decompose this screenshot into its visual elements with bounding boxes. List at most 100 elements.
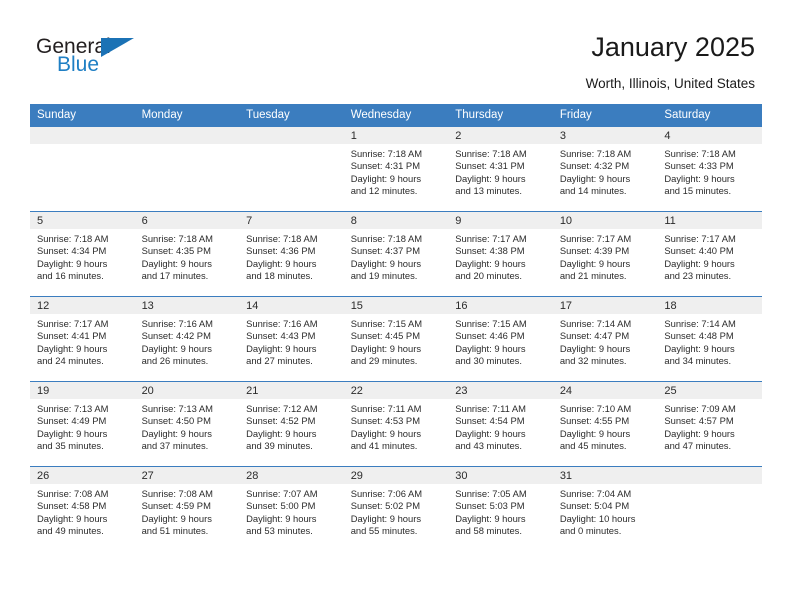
- calendar-day-cell[interactable]: 11 Sunrise: 7:17 AM Sunset: 4:40 PM Dayligh…: [657, 211, 762, 297]
- sunset-text: Sunset: 4:54 PM: [455, 415, 525, 427]
- calendar-day-cell[interactable]: 8 Sunrise: 7:18 AM Sunset: 4:37 PM Daylight…: [343, 211, 449, 297]
- sunrise-text: Sunrise: 7:18 AM: [141, 233, 213, 244]
- daylight-text: Daylight: 9 hours: [559, 257, 631, 269]
- day-details: Sunrise: 7:08 AM Sunset: 4:58 PM Daylight:…: [30, 484, 135, 538]
- calendar-day-cell[interactable]: 14 Sunrise: 7:16 AM Sunset: 4:43 PM Dayligh…: [239, 296, 344, 382]
- calendar-day-cell[interactable]: 1 Sunrise: 7:18 AM Sunset: 4:31 PM Daylight…: [343, 126, 449, 212]
- daylight-text: and 17 minutes.: [141, 270, 209, 282]
- sunset-text: Sunset: 5:04 PM: [559, 500, 630, 512]
- calendar-day-cell[interactable]: 20 Sunrise: 7:13 AM Sunset: 4:50 PM Dayligh…: [134, 381, 240, 467]
- sunset-text: Sunset: 4:55 PM: [559, 415, 630, 427]
- page-title: January 2025: [591, 32, 755, 62]
- day-1: 1 Sunrise: 7:18 AM Sunset: 4:31 PM Daylight…: [343, 127, 449, 211]
- calendar-day-cell[interactable]: 2 Sunrise: 7:18 AM Sunset: 4:31 PM Daylight…: [448, 126, 553, 212]
- calendar-day-cell[interactable]: 22 Sunrise: 7:11 AM Sunset: 4:53 PM Dayligh…: [343, 381, 449, 467]
- day-22: 22 Sunrise: 7:11 AM Sunset: 4:53 PM Dayligh…: [343, 382, 449, 466]
- calendar-day-cell[interactable]: 6 Sunrise: 7:18 AM Sunset: 4:35 PM Daylight…: [134, 211, 240, 297]
- sunset-text: Sunset: 4:43 PM: [246, 330, 316, 342]
- sunrise-text: Sunrise: 7:14 AM: [559, 318, 632, 329]
- sunrise-text: Sunrise: 7:09 AM: [664, 403, 736, 414]
- calendar-day-cell[interactable]: 16 Sunrise: 7:15 AM Sunset: 4:46 PM Dayligh…: [448, 296, 553, 382]
- calendar-day-cell[interactable]: 23 Sunrise: 7:11 AM Sunset: 4:54 PM Dayligh…: [448, 381, 553, 467]
- column-header-tuesday: Tuesday: [239, 104, 344, 127]
- calendar-day-cell[interactable]: 5 Sunrise: 7:18 AM Sunset: 4:34 PM Daylight…: [30, 211, 135, 297]
- calendar-day-cell[interactable]: 25 Sunrise: 7:09 AM Sunset: 4:57 PM Dayligh…: [657, 381, 762, 467]
- column-header-saturday: Saturday: [657, 104, 762, 127]
- day-number: 9: [448, 212, 553, 229]
- daylight-text: Daylight: 9 hours: [246, 342, 317, 354]
- daylight-text: Daylight: 9 hours: [455, 257, 526, 269]
- calendar-page: General Blue January 2025 Worth, Illinoi…: [0, 0, 792, 612]
- day-2: 2 Sunrise: 7:18 AM Sunset: 4:31 PM Daylight…: [448, 127, 553, 211]
- day-8: 8 Sunrise: 7:18 AM Sunset: 4:37 PM Daylight…: [343, 212, 449, 296]
- calendar-day-cell[interactable]: 19 Sunrise: 7:13 AM Sunset: 4:49 PM Dayligh…: [30, 381, 135, 467]
- calendar-day-cell[interactable]: 27 Sunrise: 7:08 AM Sunset: 4:59 PM Dayligh…: [134, 466, 240, 551]
- daylight-text: and 55 minutes.: [350, 525, 418, 537]
- daylight-text: Daylight: 9 hours: [455, 342, 526, 354]
- day-number: 14: [239, 297, 344, 314]
- calendar-day-cell[interactable]: 13 Sunrise: 7:16 AM Sunset: 4:42 PM Dayligh…: [134, 296, 240, 382]
- brand-logo[interactable]: General Blue: [36, 36, 146, 78]
- sunrise-text: Sunrise: 7:14 AM: [664, 318, 736, 329]
- day-number: 30: [448, 467, 553, 484]
- calendar-day-cell[interactable]: 10 Sunrise: 7:17 AM Sunset: 4:39 PM Dayligh…: [552, 211, 658, 297]
- sunset-text: Sunset: 4:42 PM: [141, 330, 211, 342]
- daylight-text: Daylight: 9 hours: [455, 512, 526, 524]
- day-details: Sunrise: 7:15 AM Sunset: 4:46 PM Daylight:…: [448, 314, 553, 368]
- day-28: 28 Sunrise: 7:07 AM Sunset: 5:00 PM Dayligh…: [239, 467, 344, 551]
- calendar-day-cell[interactable]: 29 Sunrise: 7:06 AM Sunset: 5:02 PM Dayligh…: [343, 466, 449, 551]
- daylight-text: Daylight: 9 hours: [559, 342, 631, 354]
- daylight-text: and 49 minutes.: [37, 525, 104, 537]
- day-details: Sunrise: 7:16 AM Sunset: 4:42 PM Daylight:…: [135, 314, 240, 368]
- daylight-text: and 30 minutes.: [455, 355, 522, 367]
- day-details: Sunrise: 7:13 AM Sunset: 4:50 PM Daylight:…: [135, 399, 240, 453]
- day-details: Sunrise: 7:18 AM Sunset: 4:35 PM Daylight:…: [135, 229, 240, 283]
- day-details: Sunrise: 7:04 AM Sunset: 5:04 PM Daylight:…: [553, 484, 658, 538]
- day-details: Sunrise: 7:07 AM Sunset: 5:00 PM Daylight:…: [239, 484, 344, 538]
- day-10: 10 Sunrise: 7:17 AM Sunset: 4:39 PM Dayligh…: [552, 212, 658, 296]
- calendar-day-cell[interactable]: 24 Sunrise: 7:10 AM Sunset: 4:55 PM Dayligh…: [552, 381, 658, 467]
- day-details: Sunrise: 7:12 AM Sunset: 4:52 PM Daylight:…: [239, 399, 344, 453]
- calendar-day-cell[interactable]: 12 Sunrise: 7:17 AM Sunset: 4:41 PM Dayligh…: [30, 296, 135, 382]
- sunrise-text: Sunrise: 7:17 AM: [455, 233, 527, 244]
- day-29: 29 Sunrise: 7:06 AM Sunset: 5:02 PM Dayligh…: [343, 467, 449, 551]
- calendar-day-cell[interactable]: 31 Sunrise: 7:04 AM Sunset: 5:04 PM Dayligh…: [552, 466, 658, 551]
- day-number: 23: [448, 382, 553, 399]
- daylight-text: Daylight: 9 hours: [37, 257, 108, 269]
- sunset-text: Sunset: 5:02 PM: [350, 500, 420, 512]
- sunrise-text: Sunrise: 7:17 AM: [664, 233, 736, 244]
- day-6: 6 Sunrise: 7:18 AM Sunset: 4:35 PM Daylight…: [134, 212, 240, 296]
- empty-day: [134, 127, 240, 211]
- calendar-day-cell[interactable]: 21 Sunrise: 7:12 AM Sunset: 4:52 PM Dayligh…: [239, 381, 344, 467]
- calendar-day-cell[interactable]: 17 Sunrise: 7:14 AM Sunset: 4:47 PM Dayligh…: [552, 296, 658, 382]
- day-number: 15: [343, 297, 449, 314]
- calendar-day-cell[interactable]: 18 Sunrise: 7:14 AM Sunset: 4:48 PM Dayligh…: [657, 296, 762, 382]
- calendar-day-cell: [239, 126, 344, 212]
- calendar-day-cell: [134, 126, 240, 212]
- calendar-day-cell[interactable]: 30 Sunrise: 7:05 AM Sunset: 5:03 PM Dayligh…: [448, 466, 553, 551]
- calendar-day-cell[interactable]: 4 Sunrise: 7:18 AM Sunset: 4:33 PM Daylight…: [657, 126, 762, 212]
- day-26: 26 Sunrise: 7:08 AM Sunset: 4:58 PM Dayligh…: [30, 467, 135, 551]
- calendar-day-cell[interactable]: 26 Sunrise: 7:08 AM Sunset: 4:58 PM Dayligh…: [30, 466, 135, 551]
- calendar-day-cell[interactable]: 9 Sunrise: 7:17 AM Sunset: 4:38 PM Daylight…: [448, 211, 553, 297]
- sunrise-text: Sunrise: 7:11 AM: [350, 403, 422, 414]
- day-number: 28: [239, 467, 344, 484]
- day-number: 22: [343, 382, 449, 399]
- calendar-day-cell[interactable]: 15 Sunrise: 7:15 AM Sunset: 4:45 PM Dayligh…: [343, 296, 449, 382]
- calendar-day-cell[interactable]: 3 Sunrise: 7:18 AM Sunset: 4:32 PM Daylight…: [552, 126, 658, 212]
- sunrise-text: Sunrise: 7:17 AM: [37, 318, 109, 329]
- calendar-day-cell[interactable]: 7 Sunrise: 7:18 AM Sunset: 4:36 PM Daylight…: [239, 211, 344, 297]
- day-number: 5: [30, 212, 135, 229]
- column-header-thursday: Thursday: [448, 104, 553, 127]
- day-number: 25: [657, 382, 762, 399]
- daylight-text: Daylight: 9 hours: [664, 427, 735, 439]
- weekday-header-row: Sunday Monday Tuesday Wednesday Thursday…: [30, 104, 762, 127]
- day-details: Sunrise: 7:18 AM Sunset: 4:31 PM Daylight:…: [448, 144, 553, 198]
- empty-day: [30, 127, 135, 211]
- day-27: 27 Sunrise: 7:08 AM Sunset: 4:59 PM Dayligh…: [134, 467, 240, 551]
- calendar-day-cell[interactable]: 28 Sunrise: 7:07 AM Sunset: 5:00 PM Dayligh…: [239, 466, 344, 551]
- day-23: 23 Sunrise: 7:11 AM Sunset: 4:54 PM Dayligh…: [448, 382, 553, 466]
- daylight-text: Daylight: 9 hours: [455, 427, 526, 439]
- sunset-text: Sunset: 4:39 PM: [559, 245, 630, 257]
- sunset-text: Sunset: 4:35 PM: [141, 245, 211, 257]
